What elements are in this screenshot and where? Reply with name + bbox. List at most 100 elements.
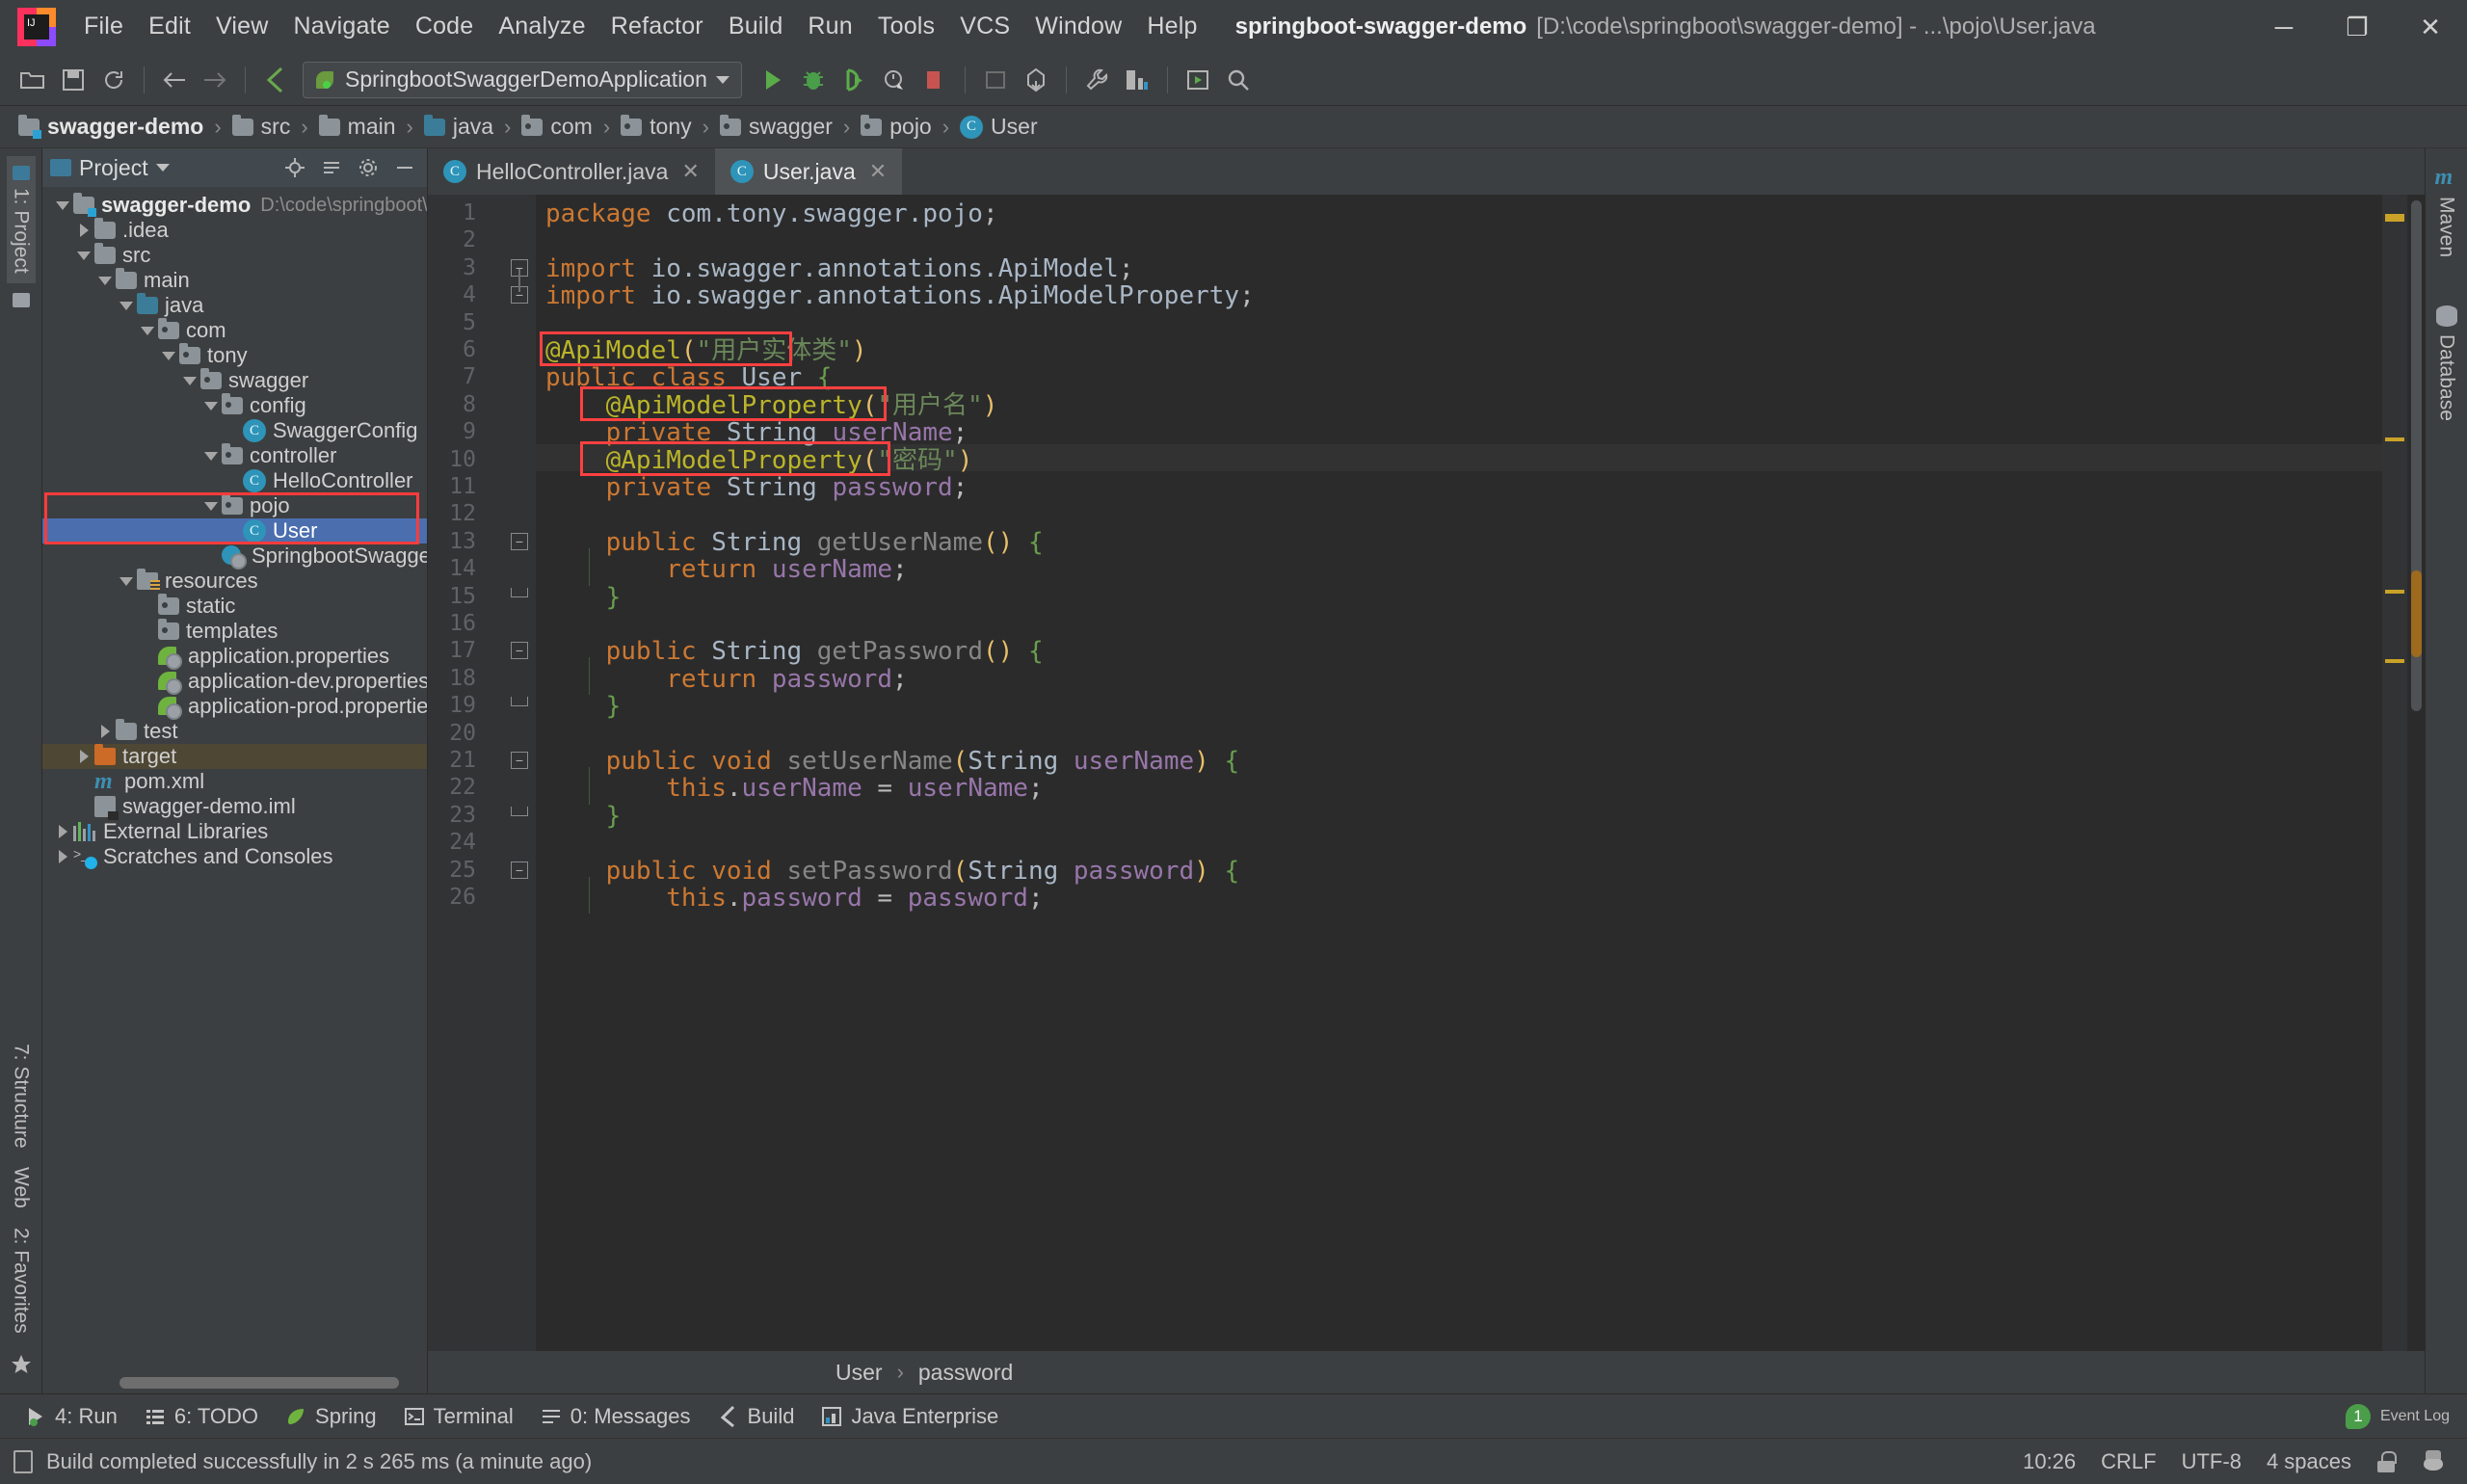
breadcrumb-item-main[interactable]: main bbox=[314, 112, 401, 142]
tree-node--idea[interactable]: .idea bbox=[42, 218, 427, 243]
breadcrumb-item-swagger[interactable]: swagger bbox=[715, 112, 837, 142]
menu-code[interactable]: Code bbox=[403, 8, 487, 46]
inspector-hat-icon[interactable] bbox=[2421, 1450, 2446, 1473]
code-line[interactable]: public String getPassword() { bbox=[545, 638, 1044, 665]
menu-vcs[interactable]: VCS bbox=[947, 8, 1022, 46]
tree-node-target[interactable]: target bbox=[42, 744, 427, 769]
code-line[interactable]: import io.swagger.annotations.ApiModelPr… bbox=[545, 282, 1255, 309]
breadcrumb-item-pojo[interactable]: pojo bbox=[856, 112, 936, 142]
breadcrumb-item-user[interactable]: C User bbox=[955, 112, 1043, 142]
commit-icon[interactable] bbox=[1017, 61, 1055, 99]
rail-icon-misc[interactable] bbox=[10, 283, 33, 317]
rail-tab-structure[interactable]: 7: Structure bbox=[7, 1034, 36, 1158]
menu-file[interactable]: File bbox=[71, 8, 136, 46]
close-icon[interactable]: ✕ bbox=[681, 159, 699, 184]
tool-window-java-enterprise[interactable]: Java Enterprise bbox=[809, 1400, 1010, 1433]
tree-twisty[interactable] bbox=[158, 352, 179, 360]
tree-twisty[interactable] bbox=[200, 402, 222, 411]
minimize-button[interactable]: ─ bbox=[2247, 0, 2321, 54]
tool-window-todo[interactable]: 6: TODO bbox=[133, 1400, 270, 1433]
tree-twisty[interactable] bbox=[200, 452, 222, 461]
save-all-icon[interactable] bbox=[54, 61, 93, 99]
code-line[interactable]: private String password; bbox=[545, 474, 968, 501]
code-editor[interactable]: 1234567891011121314151617181920212223242… bbox=[428, 195, 2425, 1351]
tree-twisty[interactable] bbox=[94, 725, 116, 738]
scrollbar-thumb-secondary[interactable] bbox=[2411, 570, 2422, 657]
tree-node-com[interactable]: com bbox=[42, 318, 427, 343]
tree-node-resources[interactable]: resources bbox=[42, 569, 427, 594]
menu-tools[interactable]: Tools bbox=[865, 8, 947, 46]
menu-build[interactable]: Build bbox=[716, 8, 796, 46]
close-button[interactable]: ✕ bbox=[2394, 0, 2467, 54]
breadcrumb-item-java[interactable]: java bbox=[419, 112, 498, 142]
tree-twisty[interactable] bbox=[73, 252, 94, 260]
tree-node-application-prod-properties[interactable]: application-prod.properties bbox=[42, 694, 427, 719]
run-anything-icon[interactable] bbox=[1179, 61, 1217, 99]
editor-tab-user[interactable]: C User.java ✕ bbox=[715, 148, 902, 195]
unlocked-icon[interactable] bbox=[2376, 1451, 2396, 1472]
tree-twisty[interactable] bbox=[116, 577, 137, 586]
file-encoding[interactable]: UTF-8 bbox=[2182, 1449, 2242, 1474]
run-button-icon[interactable] bbox=[754, 61, 792, 99]
chevron-down-icon[interactable] bbox=[156, 164, 170, 172]
collapse-all-icon[interactable] bbox=[317, 153, 346, 182]
tree-node-swagger[interactable]: swagger bbox=[42, 368, 427, 393]
editor-tab-hellocontroller[interactable]: C HelloController.java ✕ bbox=[428, 148, 715, 195]
tree-node-swagger-demo-iml[interactable]: swagger-demo.iml bbox=[42, 794, 427, 819]
tree-node-config[interactable]: config bbox=[42, 393, 427, 418]
back-arrow-icon[interactable] bbox=[155, 61, 194, 99]
tool-window-spring[interactable]: Spring bbox=[274, 1400, 388, 1433]
debug-button-icon[interactable] bbox=[794, 61, 833, 99]
code-line[interactable]: this.password = password; bbox=[545, 885, 1044, 912]
fold-collapse-marker[interactable]: − bbox=[511, 752, 528, 769]
menu-edit[interactable]: Edit bbox=[136, 8, 203, 46]
tree-node-springbootswaggerdemoa[interactable]: SpringbootSwaggerDemoA bbox=[42, 543, 427, 569]
scrollbar-thumb[interactable] bbox=[119, 1377, 399, 1389]
stripe-mark[interactable] bbox=[2385, 590, 2404, 594]
project-tree[interactable]: swagger-demoD:\code\springboot\swagger-d… bbox=[42, 187, 427, 1372]
editor-gutter[interactable]: 1234567891011121314151617181920212223242… bbox=[428, 195, 536, 1351]
settings-wrench-icon[interactable] bbox=[1077, 61, 1116, 99]
run-configuration-selector[interactable]: SpringbootSwaggerDemoApplication bbox=[303, 62, 742, 98]
maximize-button[interactable]: ❐ bbox=[2321, 0, 2394, 54]
indent-setting[interactable]: 4 spaces bbox=[2267, 1449, 2351, 1474]
tree-twisty[interactable] bbox=[52, 201, 73, 210]
rail-tab-project[interactable]: 1: Project bbox=[7, 156, 36, 283]
tree-twisty[interactable] bbox=[52, 850, 73, 863]
code-line[interactable]: return userName; bbox=[545, 556, 908, 583]
code-content[interactable]: package com.tony.swagger.pojo; import io.… bbox=[536, 195, 2382, 1351]
breadcrumb-item-com[interactable]: com bbox=[517, 112, 597, 142]
tree-node-application-dev-properties[interactable]: application-dev.properties bbox=[42, 669, 427, 694]
tree-node-swagger-demo[interactable]: swagger-demoD:\code\springboot\swagger-d… bbox=[42, 193, 427, 218]
project-structure-icon[interactable] bbox=[1118, 61, 1156, 99]
menu-help[interactable]: Help bbox=[1134, 8, 1209, 46]
tree-twisty[interactable] bbox=[179, 377, 200, 385]
fold-end-marker[interactable] bbox=[511, 807, 528, 816]
open-project-icon[interactable] bbox=[13, 61, 52, 99]
code-line[interactable]: @ApiModelProperty("密码") bbox=[545, 447, 972, 474]
locate-file-icon[interactable] bbox=[280, 153, 309, 182]
stripe-mark-top[interactable] bbox=[2385, 214, 2404, 222]
menu-run[interactable]: Run bbox=[795, 8, 864, 46]
breadcrumb-item-swagger-demo[interactable]: swagger-demo bbox=[13, 112, 208, 142]
code-line[interactable]: package com.tony.swagger.pojo; bbox=[545, 200, 998, 227]
tree-node-templates[interactable]: templates bbox=[42, 619, 427, 644]
tree-twisty[interactable] bbox=[94, 277, 116, 285]
code-line[interactable]: import io.swagger.annotations.ApiModel; bbox=[545, 255, 1134, 282]
tree-node-java[interactable]: java bbox=[42, 293, 427, 318]
code-line[interactable]: @ApiModel("用户实体类") bbox=[545, 337, 867, 364]
fold-collapse-marker[interactable]: − bbox=[511, 861, 528, 879]
tree-twisty[interactable] bbox=[73, 224, 94, 237]
tool-window-terminal[interactable]: Terminal bbox=[392, 1400, 525, 1433]
search-icon[interactable] bbox=[1219, 61, 1258, 99]
favorites-star-icon[interactable] bbox=[7, 1343, 36, 1386]
tree-twisty[interactable] bbox=[200, 502, 222, 511]
tool-window-messages[interactable]: 0: Messages bbox=[529, 1400, 703, 1433]
code-line[interactable]: return password; bbox=[545, 666, 908, 693]
sync-refresh-icon[interactable] bbox=[94, 61, 133, 99]
breadcrumb-item-src[interactable]: src bbox=[227, 112, 296, 142]
menu-window[interactable]: Window bbox=[1022, 8, 1134, 46]
tree-node-pojo[interactable]: pojo bbox=[42, 493, 427, 518]
stripe-mark[interactable] bbox=[2385, 437, 2404, 441]
tree-node-static[interactable]: static bbox=[42, 594, 427, 619]
